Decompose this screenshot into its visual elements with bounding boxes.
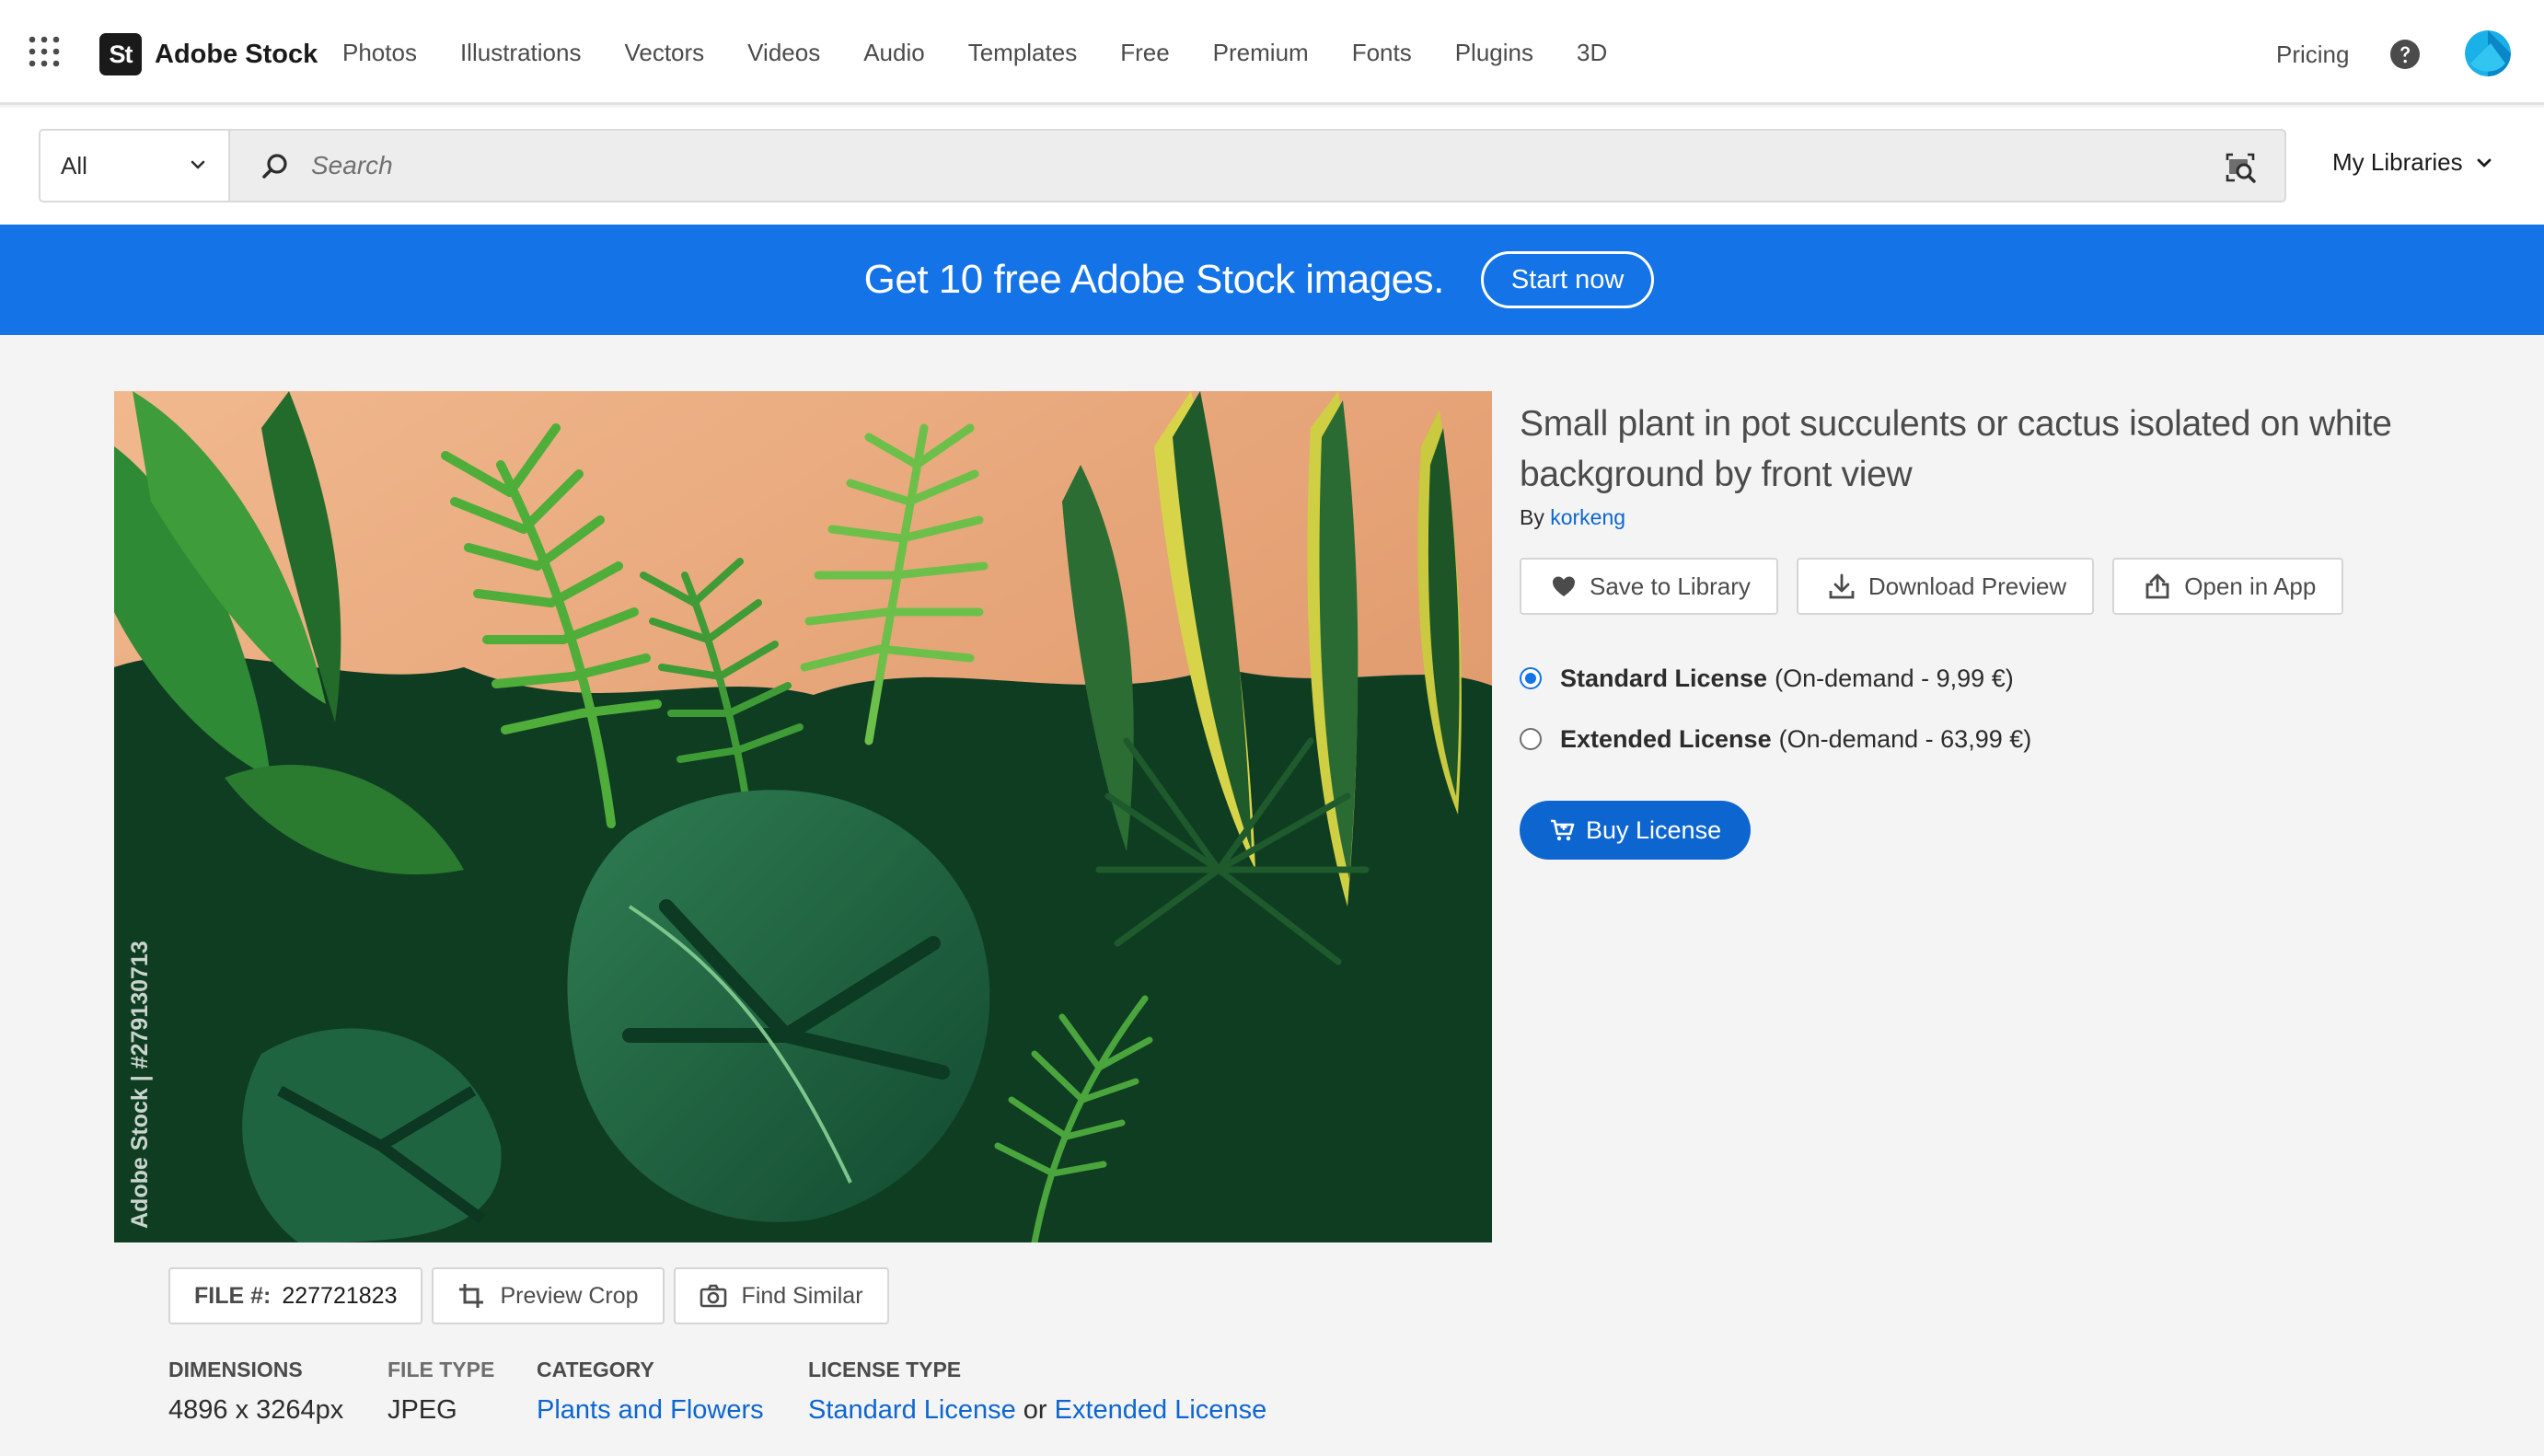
file-type-value: JPEG <box>387 1395 457 1425</box>
asset-byline: By korkeng <box>1520 505 2422 530</box>
promo-text: Get 10 free Adobe Stock images. <box>863 257 1445 302</box>
search-icon <box>262 154 287 179</box>
standard-license-option[interactable]: Standard License (On-demand - 9,99 €) <box>1520 648 2422 709</box>
promo-banner: Get 10 free Adobe Stock images. Start no… <box>0 225 2544 335</box>
open-in-app-button[interactable]: Open in App <box>2112 558 2344 615</box>
adobe-stock-home-link[interactable]: St Adobe Stock <box>99 33 318 75</box>
nav-illustrations[interactable]: Illustrations <box>460 39 582 67</box>
pricing-link[interactable]: Pricing <box>2276 40 2349 69</box>
standard-license-link[interactable]: Standard License <box>808 1395 1016 1425</box>
preview-crop-label: Preview Crop <box>500 1282 639 1309</box>
meta-category: CATEGORY Plants and Flowers <box>537 1358 764 1426</box>
nav-vectors[interactable]: Vectors <box>624 39 704 67</box>
standard-license-price: (On-demand - 9,99 €) <box>1775 664 2014 692</box>
chevron-down-icon <box>2477 158 2491 167</box>
extended-license-name: Extended License <box>1560 724 1772 753</box>
crop-icon <box>459 1284 484 1308</box>
find-similar-label: Find Similar <box>741 1282 863 1309</box>
license-type-label: LICENSE TYPE <box>808 1358 962 1381</box>
nav-templates[interactable]: Templates <box>968 39 1078 67</box>
download-preview-button[interactable]: Download Preview <box>1796 558 2095 615</box>
extended-license-price: (On-demand - 63,99 €) <box>1778 724 2032 753</box>
top-navigation-bar: St Adobe Stock Photos Illustrations Vect… <box>0 0 2544 105</box>
license-or-text: or <box>1023 1395 1047 1425</box>
meta-file-type: FILE TYPE JPEG <box>387 1358 494 1426</box>
cart-icon <box>1551 819 1575 841</box>
my-libraries-label: My Libraries <box>2332 148 2463 176</box>
share-icon <box>2145 573 2169 599</box>
extended-license-link[interactable]: Extended License <box>1055 1395 1267 1425</box>
adobe-stock-logo: St <box>99 33 142 75</box>
asset-actions: Save to Library Download Preview Open in… <box>1520 558 2422 615</box>
author-link[interactable]: korkeng <box>1550 505 1625 529</box>
nav-fonts[interactable]: Fonts <box>1352 39 1412 67</box>
nav-audio[interactable]: Audio <box>863 39 925 67</box>
download-preview-label: Download Preview <box>1868 572 2067 600</box>
start-now-button[interactable]: Start now <box>1480 251 1655 308</box>
standard-license-name: Standard License <box>1560 664 1768 692</box>
user-avatar[interactable] <box>2465 30 2511 76</box>
visual-search-icon[interactable] <box>2224 151 2257 184</box>
file-type-label: FILE TYPE <box>387 1358 495 1381</box>
find-similar-button[interactable]: Find Similar <box>673 1267 889 1324</box>
search-scope-dropdown[interactable]: All <box>40 131 230 201</box>
save-to-library-button[interactable]: Save to Library <box>1520 558 1778 615</box>
image-tools: FILE #: 227721823 Preview Crop Find Simi… <box>168 1267 898 1324</box>
search-box: All <box>39 129 2286 202</box>
category-link[interactable]: Plants and Flowers <box>537 1395 764 1426</box>
file-number-badge: FILE #: 227721823 <box>168 1267 423 1324</box>
license-type-values: Standard License or Extended License <box>808 1395 1266 1426</box>
nav-3d[interactable]: 3D <box>1577 39 1607 67</box>
nav-plugins[interactable]: Plugins <box>1455 39 1533 67</box>
buy-license-button[interactable]: Buy License <box>1520 801 1752 860</box>
extended-license-option[interactable]: Extended License (On-demand - 63,99 €) <box>1520 709 2422 769</box>
nav-photos[interactable]: Photos <box>342 39 417 67</box>
category-label: CATEGORY <box>537 1358 654 1381</box>
preview-crop-button[interactable]: Preview Crop <box>432 1267 665 1324</box>
asset-title: Small plant in pot succulents or cactus … <box>1520 404 2392 494</box>
file-number-value: 227721823 <box>282 1282 398 1309</box>
search-input[interactable] <box>311 131 2060 201</box>
category-nav: Photos Illustrations Vectors Videos Audi… <box>342 0 1650 105</box>
chevron-down-icon <box>191 160 205 169</box>
license-options: Standard License (On-demand - 9,99 €) Ex… <box>1520 648 2422 769</box>
nav-free[interactable]: Free <box>1120 39 1169 67</box>
search-bar-row: All My Libraries <box>0 108 2544 225</box>
by-label: By <box>1520 505 1544 529</box>
app-grid-icon[interactable] <box>28 35 61 68</box>
file-number-label: FILE #: <box>194 1282 272 1309</box>
buy-license-label: Buy License <box>1586 815 1722 844</box>
save-to-library-label: Save to Library <box>1590 572 1751 600</box>
nav-premium[interactable]: Premium <box>1213 39 1309 67</box>
nav-videos[interactable]: Videos <box>747 39 820 67</box>
asset-detail-panel: Small plant in pot succulents or cactus … <box>1520 399 2422 860</box>
download-icon <box>1829 573 1855 599</box>
brand-name: Adobe Stock <box>155 39 318 69</box>
search-scope-value: All <box>61 151 87 179</box>
meta-license-type: LICENSE TYPE Standard License or Extende… <box>808 1358 1266 1426</box>
standard-license-radio[interactable] <box>1520 667 1542 689</box>
open-in-app-label: Open in App <box>2184 572 2317 600</box>
extended-license-radio[interactable] <box>1520 728 1542 750</box>
dimensions-value: 4896 x 3264px <box>168 1395 344 1425</box>
image-watermark: Adobe Stock | #279130713 <box>127 941 153 1229</box>
help-circle-icon[interactable] <box>2389 39 2421 70</box>
my-libraries-dropdown[interactable]: My Libraries <box>2332 148 2492 177</box>
heart-icon <box>1553 576 1575 596</box>
dimensions-label: DIMENSIONS <box>168 1358 303 1381</box>
camera-icon <box>700 1284 726 1308</box>
stock-image-preview[interactable] <box>114 391 1492 1242</box>
meta-dimensions: DIMENSIONS 4896 x 3264px <box>168 1358 343 1426</box>
